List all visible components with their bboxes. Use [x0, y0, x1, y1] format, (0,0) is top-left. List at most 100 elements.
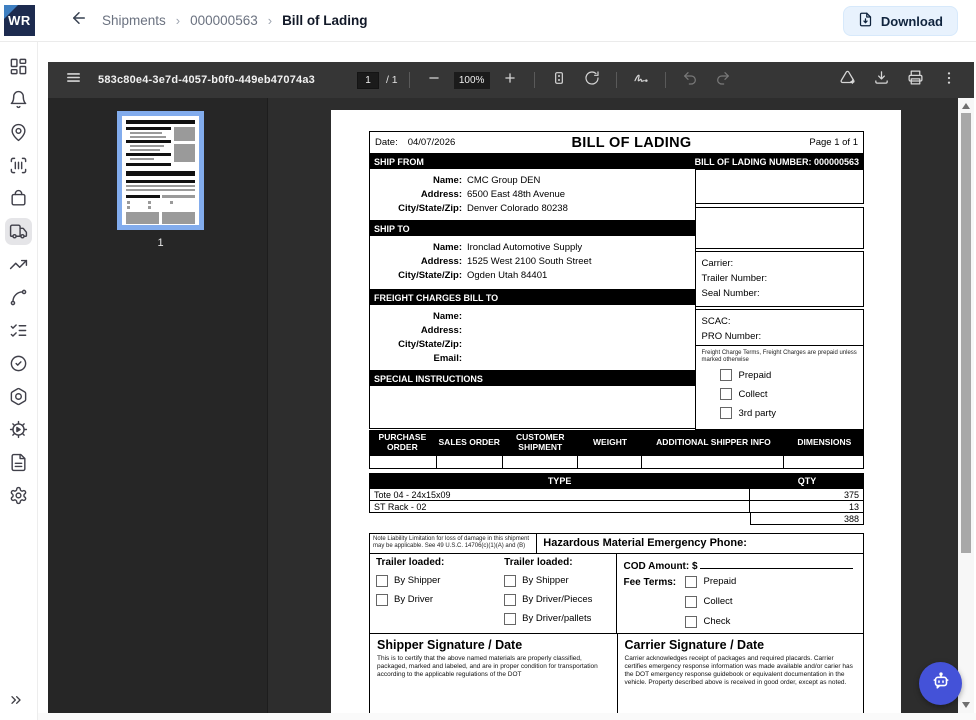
scrollbar-thumb[interactable] [961, 113, 971, 553]
pdf-toolbar: 583c80e4-3e7d-4057-b0f0-449eb47074a3 / 1… [48, 62, 974, 98]
order-table-header: PURCHASE ORDER SALES ORDER CUSTOMER SHIP… [369, 430, 864, 456]
fit-page-button[interactable] [546, 67, 572, 93]
shipper-signature-title: Shipper Signature / Date [377, 638, 610, 652]
breadcrumb-shipment-id[interactable]: 000000563 [190, 13, 258, 28]
by-driver-checkbox [376, 594, 388, 606]
settings-gear-icon [9, 486, 28, 505]
annotation-add-icon [839, 69, 856, 91]
breadcrumb-shipments[interactable]: Shipments [102, 13, 166, 28]
app-header: WR Shipments › 000000563 › Bill of Ladin… [0, 0, 976, 42]
table-row: Tote 04 - 24x15x09 375 [369, 488, 864, 501]
items-table: TYPE QTY Tote 04 - 24x15x09 375 ST Rack … [369, 473, 864, 525]
form-body-columns: Name:CMC Group DEN Address:6500 East 48t… [369, 169, 864, 430]
thumbnail-page-preview [117, 111, 204, 230]
app-logo[interactable]: WR [4, 5, 35, 36]
scroll-up-arrow[interactable] [962, 103, 970, 109]
toolbar-divider [409, 72, 410, 88]
trending-up-icon [9, 255, 28, 274]
rotate-page-button[interactable] [579, 67, 605, 93]
spline-icon [9, 288, 28, 307]
sidebar-item-notifications[interactable] [5, 86, 32, 113]
by-driver-pallets-label: By Driver/pallets [522, 613, 591, 624]
kebab-menu-icon [941, 70, 957, 91]
sidebar-item-tasks[interactable] [5, 317, 32, 344]
seal-number-label: Seal Number: [702, 286, 858, 301]
freight-charges-header-bar: FREIGHT CHARGES BILL TO [369, 290, 696, 305]
sidebar-item-analytics[interactable] [5, 251, 32, 278]
file-text-icon [9, 453, 28, 472]
scroll-down-arrow[interactable] [962, 702, 970, 708]
chat-assistant-button[interactable] [919, 662, 962, 705]
col-type: TYPE [369, 476, 750, 486]
sidebar-item-documents[interactable] [5, 449, 32, 476]
sidebar-item-automation[interactable] [5, 416, 32, 443]
by-driver-pieces-checkbox [504, 594, 516, 606]
liability-note: Note Liability Limitation for loss of da… [369, 533, 537, 554]
sidebar-item-orders[interactable] [5, 185, 32, 212]
zoom-out-button[interactable] [421, 67, 447, 93]
empty-box [695, 207, 865, 249]
zoom-level[interactable]: 100% [454, 72, 490, 89]
date-field: Date:04/07/2026 [375, 137, 495, 148]
sidebar-item-shipments[interactable] [5, 218, 32, 245]
bottom-strip [38, 713, 976, 720]
back-button[interactable] [64, 6, 94, 36]
sidebar-expand-button[interactable] [8, 692, 24, 713]
page-number-input[interactable] [357, 72, 379, 89]
print-button[interactable] [902, 67, 928, 93]
collect-checkbox [720, 388, 732, 400]
download-button[interactable]: Download [843, 6, 958, 36]
freight-terms-note: Freight Charge Terms, Freight Charges ar… [702, 350, 858, 364]
document-page: Date:04/07/2026 BILL OF LADING Page 1 of… [331, 110, 901, 713]
ship-to-address: 1525 West 2100 South Street [462, 255, 591, 269]
logo-text: WR [8, 13, 31, 28]
robot-chat-icon [930, 670, 952, 697]
by-shipper-label: By Shipper [394, 575, 440, 586]
undo-button[interactable] [677, 67, 703, 93]
sidebar-item-targets[interactable] [5, 383, 32, 410]
document-area: Date:04/07/2026 BILL OF LADING Page 1 of… [269, 98, 958, 713]
gear-play-icon [9, 420, 28, 439]
third-party-checkbox [720, 407, 732, 419]
by-shipper-checkbox [376, 575, 388, 587]
sidebar-item-locations[interactable] [5, 119, 32, 146]
scac-box: SCAC: PRO Number: [695, 309, 865, 346]
rotate-icon [584, 70, 600, 91]
item-qty: 13 [750, 501, 863, 512]
sidebar-toggle-button[interactable] [60, 67, 86, 93]
fee-prepaid-label: Prepaid [703, 576, 736, 587]
fee-check-checkbox [685, 616, 697, 628]
toolbar-divider [616, 72, 617, 88]
download-document-button[interactable] [868, 67, 894, 93]
toolbar-divider [665, 72, 666, 88]
app-window: WR Shipments › 000000563 › Bill of Ladin… [0, 0, 976, 720]
by-driver-label: By Driver [394, 594, 433, 605]
prepaid-label: Prepaid [739, 368, 772, 383]
breadcrumb-separator: › [176, 13, 180, 28]
download-button-label: Download [881, 14, 943, 29]
add-annotation-button[interactable] [834, 67, 860, 93]
sidebar-item-settings[interactable] [5, 482, 32, 509]
page-thumbnail[interactable]: 1 [117, 111, 204, 249]
sidebar-item-routes[interactable] [5, 284, 32, 311]
more-options-button[interactable] [936, 67, 962, 93]
ship-from-header-bar: SHIP FROM BILL OF LADING NUMBER: 0000005… [369, 154, 864, 169]
signature-tool-button[interactable] [628, 67, 654, 93]
ship-to-name: Ironclad Automotive Supply [462, 241, 582, 255]
sidebar-item-dashboard[interactable] [5, 53, 32, 80]
cod-amount-label: COD Amount: $ [623, 561, 697, 572]
order-table-empty-row [369, 456, 864, 469]
ship-to-header-bar: SHIP TO [369, 221, 696, 236]
viewer-body: 1 Date:04/07/2026 BILL OF LADING Page 1 … [48, 98, 974, 713]
sidebar-item-approvals[interactable] [5, 350, 32, 377]
zoom-in-button[interactable] [497, 67, 523, 93]
redo-button[interactable] [710, 67, 736, 93]
form-header-row: Date:04/07/2026 BILL OF LADING Page 1 of… [369, 131, 864, 154]
sidebar-item-scan[interactable] [5, 152, 32, 179]
fit-page-icon [551, 70, 567, 91]
ship-to-csz: Ogden Utah 84401 [462, 269, 547, 283]
field-label: Name: [370, 241, 462, 255]
by-shipper-checkbox [504, 575, 516, 587]
by-driver-pallets-checkbox [504, 613, 516, 625]
form-right-column: Carrier: Trailer Number: Seal Number: SC… [695, 169, 865, 430]
